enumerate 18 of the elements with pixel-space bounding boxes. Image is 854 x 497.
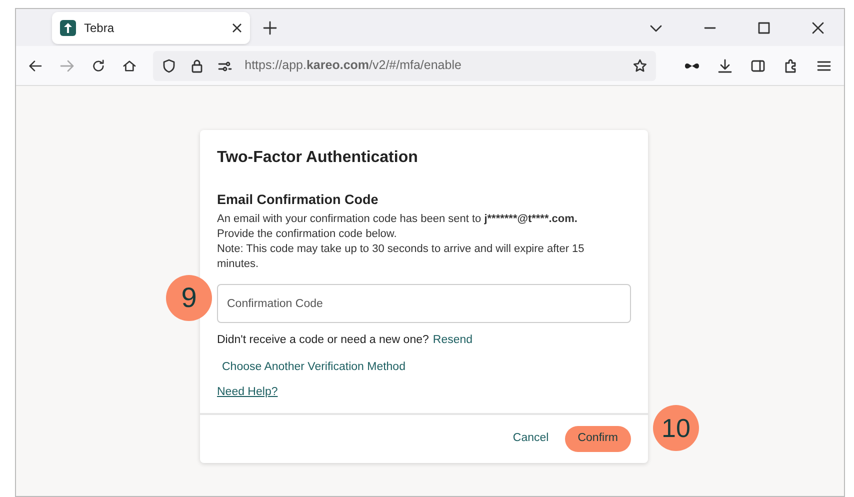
- resend-link[interactable]: Resend: [432, 332, 473, 350]
- tab-title: Tebra: [84, 20, 116, 36]
- address-bar[interactable]: https://app.kareo.com/v2/#/mfa/enable: [152, 50, 656, 80]
- url-text: https://app.kareo.com/v2/#/mfa/enable: [244, 57, 462, 74]
- cancel-button[interactable]: Cancel: [508, 426, 553, 452]
- confirm-button[interactable]: Confirm: [564, 426, 631, 452]
- resend-prompt: Didn't receive a code or need a new one?: [217, 333, 429, 348]
- confirmation-code-field[interactable]: Confirmation Code: [217, 284, 631, 324]
- help-link[interactable]: Need Help?: [217, 384, 278, 401]
- browser-tab[interactable]: Tebra: [52, 12, 250, 44]
- dialog-title: Two-Factor Authentication: [217, 148, 419, 168]
- instruction-text: Note: This code may take up to 30 seconds to arrive and will expire after 15 minutes.: [217, 242, 586, 272]
- choose-method-link[interactable]: Choose Another Verification Method: [222, 358, 406, 376]
- instruction-text: An email with your confirmation code has been sent to j*******@t****.com.: [217, 212, 578, 228]
- step-badge: 10: [653, 405, 699, 451]
- step-badge: 9: [166, 275, 212, 321]
- section-title: Email Confirmation Code: [217, 191, 380, 209]
- instruction-text: Provide the confirmation code below.: [217, 227, 398, 242]
